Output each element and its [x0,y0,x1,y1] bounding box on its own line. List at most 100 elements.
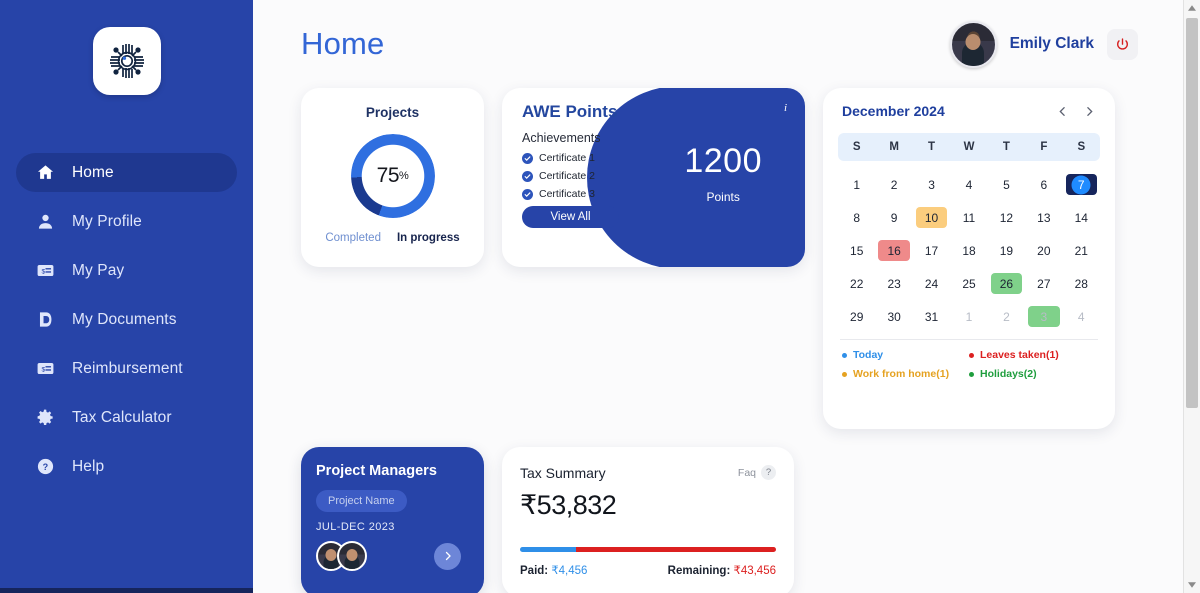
user-menu[interactable]: Emily Clark [949,20,1138,68]
calendar-day-grid: 1 2 3 4 5 6 7 8 9 10 11 12 13 14 15 16 17 18 19 20 21 22 23 24 2… [838,171,1100,330]
awe-points-value: 1200 [684,142,762,180]
scroll-down-button[interactable] [1184,577,1200,593]
sidebar-item-home[interactable]: Home [16,153,237,192]
calendar-day-cell[interactable]: 27 [1025,270,1062,297]
chevron-right-icon [1087,106,1093,116]
calendar-day-cell[interactable]: 11 [950,204,987,231]
calendar-day-number: 24 [924,276,939,291]
calendar-day-cell[interactable]: 25 [950,270,987,297]
app-logo[interactable] [92,27,161,95]
list-item[interactable]: Certificate 1 [522,152,805,164]
legend-dot [842,371,847,377]
calendar-day-cell[interactable]: 24 [913,270,950,297]
calendar-day-cell[interactable]: 17 [913,237,950,264]
projects-card: Projects 75% Completed In progress [301,88,484,267]
calendar-day-cell[interactable]: 10 [913,204,950,231]
calendar-day-cell[interactable]: 15 [838,237,875,264]
calendar-day-number: 28 [1074,276,1088,291]
calendar-day-cell[interactable]: 20 [1025,237,1062,264]
tax-remaining-value: ₹43,456 [733,565,777,577]
avatar[interactable] [949,20,997,68]
calendar-day-cell[interactable]: 2 [875,171,912,198]
view-all-button[interactable]: View All [522,206,619,228]
avatar[interactable] [337,541,367,571]
calendar-day-cell[interactable]: 13 [1025,204,1062,231]
calendar-next-button[interactable] [1083,105,1096,118]
calendar-day-cell[interactable]: 4 [950,171,987,198]
sidebar-item-help[interactable]: ? Help [16,447,237,486]
calendar-day-cell[interactable]: 26 [988,270,1025,297]
sidebar-item-my-pay[interactable]: $ My Pay [16,251,237,290]
calendar-day-number: 17 [924,243,939,258]
calendar-day-cell[interactable]: 14 [1063,204,1100,231]
calendar-day-cell[interactable]: 7 [1063,171,1100,198]
sidebar-item-reimbursement[interactable]: $ Reimbursement [16,349,237,388]
calendar-day-number: 16 [887,243,901,258]
calendar-day-cell[interactable]: 29 [838,303,875,330]
calendar-weekday: M [889,141,899,153]
calendar-legend-item: Today [842,349,969,361]
calendar-day-cell[interactable]: 5 [988,171,1025,198]
info-icon[interactable]: i [784,102,787,114]
scrollbar-track[interactable] [1184,16,1200,577]
question-icon[interactable]: ? [761,465,776,480]
scrollbar-thumb[interactable] [1186,18,1198,408]
power-icon [1117,37,1128,50]
calendar-day-number: 26 [999,276,1014,291]
calendar-weekday: S [1077,141,1086,153]
legend-label: Today [853,349,884,361]
calendar-day-cell[interactable]: 12 [988,204,1025,231]
sidebar-item-label: My Profile [72,212,142,230]
money-card-icon: $ [34,358,56,380]
calendar-day-cell[interactable]: 8 [838,204,875,231]
project-name-chip[interactable]: Project Name [316,490,407,512]
certificate-label: Certificate 1 [539,152,596,164]
sidebar-item-label: Help [72,457,105,475]
project-managers-card: Project Managers Project Name JUL-DEC 20… [301,447,484,593]
manager-avatars[interactable] [316,541,367,571]
person-icon [34,211,56,233]
project-managers-next-button[interactable] [434,542,461,570]
legend-dot [842,352,847,358]
calendar-day-number: 15 [850,243,864,258]
calendar-day-cell[interactable]: 30 [875,303,912,330]
sidebar-item-my-profile[interactable]: My Profile [16,202,237,241]
calendar-day-cell[interactable]: 1 [950,303,987,330]
calendar-day-number: 18 [962,243,976,258]
calendar-day-number: 6 [1040,177,1048,192]
tax-remaining-label: Remaining: [667,565,731,577]
list-item[interactable]: Certificate 2 [522,170,805,182]
calendar-day-cell[interactable]: 22 [838,270,875,297]
app-root: Home My Profile $ My Pay My Documents $ … [0,0,1200,593]
calendar-day-cell[interactable]: 3 [913,171,950,198]
calendar-day-cell[interactable]: 4 [1063,303,1100,330]
calendar-day-cell[interactable]: 28 [1063,270,1100,297]
calendar-day-cell[interactable]: 6 [1025,171,1062,198]
faq-link[interactable]: Faq ? [738,465,776,480]
list-item[interactable]: Certificate 3 [522,188,805,200]
vertical-scrollbar[interactable] [1183,0,1200,593]
calendar-day-cell[interactable]: 2 [988,303,1025,330]
chevron-left-icon [1059,106,1065,116]
sidebar-item-my-documents[interactable]: My Documents [16,300,237,339]
calendar-day-cell[interactable]: 9 [875,204,912,231]
calendar-day-cell[interactable]: 21 [1063,237,1100,264]
user-name: Emily Clark [1009,35,1094,52]
sidebar-item-tax-calculator[interactable]: Tax Calculator [16,398,237,437]
logo-container [0,27,253,95]
calendar-day-cell[interactable]: 18 [950,237,987,264]
calendar-day-cell[interactable]: 16 [875,237,912,264]
calendar-day-cell[interactable]: 3 [1025,303,1062,330]
projects-legend: Completed In progress [301,232,484,244]
calendar-day-cell[interactable]: 1 [838,171,875,198]
scroll-up-button[interactable] [1184,0,1200,16]
awe-points-value-block: 1200 Points [684,144,762,204]
calendar-day-cell[interactable]: 31 [913,303,950,330]
calendar-weekday: F [1040,141,1048,153]
tax-remaining-segment [576,547,776,552]
logout-button[interactable] [1107,28,1138,60]
calendar-day-cell[interactable]: 23 [875,270,912,297]
calendar-day-cell[interactable]: 19 [988,237,1025,264]
achievements-label: Achievements [522,131,601,145]
calendar-prev-button[interactable] [1056,105,1069,118]
